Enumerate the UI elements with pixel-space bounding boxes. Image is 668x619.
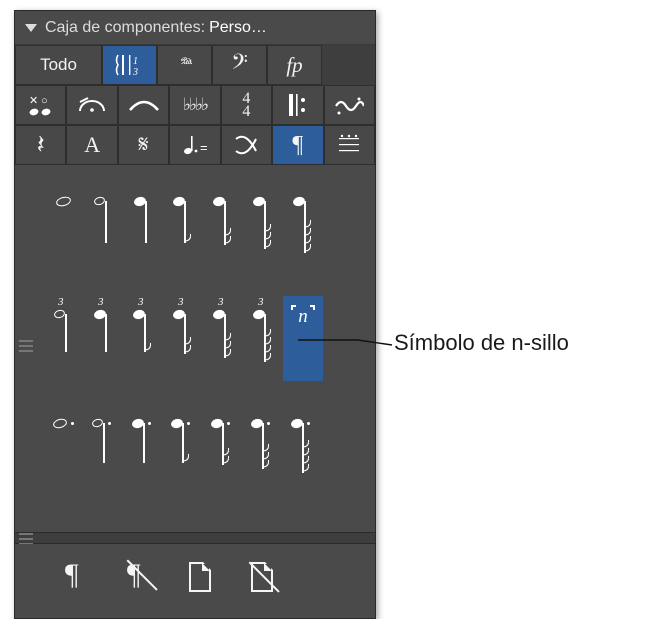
svg-text:○: ○ bbox=[41, 95, 48, 107]
filter-segno-button[interactable]: 𝄋 bbox=[118, 125, 169, 165]
svg-text:✕: ✕ bbox=[29, 95, 38, 107]
bottom-symbol-row: ¶ ¶ bbox=[15, 544, 375, 618]
panel-title: Caja de componentes: bbox=[45, 19, 205, 37]
filter-text-button[interactable]: A bbox=[66, 125, 117, 165]
filter-dynamics-button[interactable]: fp bbox=[267, 45, 322, 85]
dotted-thirtysecond[interactable] bbox=[243, 407, 283, 492]
triplet-sixtyfourth[interactable]: 3 bbox=[243, 296, 283, 381]
n-tuplet-symbol[interactable]: n bbox=[283, 296, 323, 381]
preset-name[interactable]: Perso… bbox=[209, 19, 267, 37]
filter-clef-button[interactable]: 13 bbox=[102, 45, 157, 85]
note-quarter[interactable] bbox=[123, 185, 163, 270]
filter-grid-button[interactable] bbox=[324, 125, 375, 165]
filter-fermata-button[interactable] bbox=[66, 85, 117, 125]
n-tuplet-label: n bbox=[298, 306, 308, 328]
toolbar-row-1: Todo 13 𝆮 𝄢 fp bbox=[15, 45, 375, 85]
note-eighth[interactable] bbox=[163, 185, 203, 270]
callout-label: Símbolo de n-sillo bbox=[394, 330, 569, 356]
triplet-quarter[interactable]: 3 bbox=[83, 296, 123, 381]
resize-handle-icon[interactable] bbox=[19, 340, 33, 352]
symbol-row-tuplets: 3 3 3 3 3 bbox=[43, 296, 363, 381]
dotted-quarter[interactable] bbox=[123, 407, 163, 492]
panel-header[interactable]: Caja de componentes: Perso… bbox=[15, 11, 375, 45]
symbol-row-plain bbox=[43, 185, 363, 270]
triplet-sixteenth[interactable]: 3 bbox=[163, 296, 203, 381]
svg-text:1: 1 bbox=[133, 56, 138, 67]
toolbar-row-2: ✕○ ♭♭♭♭ 44 bbox=[15, 85, 375, 125]
filter-layout-button[interactable]: ¶ bbox=[272, 125, 323, 165]
dotted-half[interactable] bbox=[83, 407, 123, 492]
filter-all-button[interactable]: Todo bbox=[15, 45, 102, 85]
component-box-panel: Caja de componentes: Perso… Todo 13 𝆮 𝄢 … bbox=[14, 10, 376, 619]
note-sixtyfourth[interactable] bbox=[283, 185, 323, 270]
svg-text:=: = bbox=[200, 140, 208, 155]
dotted-whole[interactable] bbox=[43, 407, 83, 492]
note-thirtysecond[interactable] bbox=[243, 185, 283, 270]
filter-pedal-button[interactable]: 𝆮 bbox=[157, 45, 212, 85]
filter-bass-clef-button[interactable]: 𝄢 bbox=[212, 45, 267, 85]
filter-accidentals-button[interactable]: ♭♭♭♭ bbox=[169, 85, 220, 125]
note-half[interactable] bbox=[83, 185, 123, 270]
dotted-sixtyfourth[interactable] bbox=[283, 407, 323, 492]
pilcrow-symbol[interactable]: ¶ bbox=[65, 558, 103, 600]
filter-swap-button[interactable] bbox=[221, 125, 272, 165]
dotted-eighth[interactable] bbox=[163, 407, 203, 492]
filter-note-equals-button[interactable]: = bbox=[169, 125, 220, 165]
page-symbol[interactable] bbox=[189, 558, 227, 600]
pilcrow-slash-symbol[interactable]: ¶ bbox=[127, 558, 165, 600]
page-slash-symbol[interactable] bbox=[251, 558, 289, 600]
filter-slur-button[interactable] bbox=[118, 85, 169, 125]
triplet-eighth[interactable]: 3 bbox=[123, 296, 163, 381]
filter-ornament-button[interactable] bbox=[324, 85, 375, 125]
triplet-half[interactable]: 3 bbox=[43, 296, 83, 381]
filter-chord-button[interactable]: ✕○ bbox=[15, 85, 66, 125]
filter-repeat-button[interactable] bbox=[272, 85, 323, 125]
filter-rest-button[interactable]: 𝄽 bbox=[15, 125, 66, 165]
dotted-sixteenth[interactable] bbox=[203, 407, 243, 492]
symbol-row-dotted bbox=[43, 407, 363, 492]
note-sixteenth[interactable] bbox=[203, 185, 243, 270]
disclosure-triangle-icon[interactable] bbox=[25, 24, 37, 32]
toolbar-row-3: 𝄽 A 𝄋 = ¶ bbox=[15, 125, 375, 165]
filter-timesig-button[interactable]: 44 bbox=[221, 85, 272, 125]
svg-text:3: 3 bbox=[132, 67, 138, 78]
note-whole[interactable] bbox=[43, 185, 83, 270]
symbol-grid: 3 3 3 3 3 bbox=[15, 165, 375, 532]
divider-bar[interactable] bbox=[15, 532, 375, 544]
triplet-thirtysecond[interactable]: 3 bbox=[203, 296, 243, 381]
